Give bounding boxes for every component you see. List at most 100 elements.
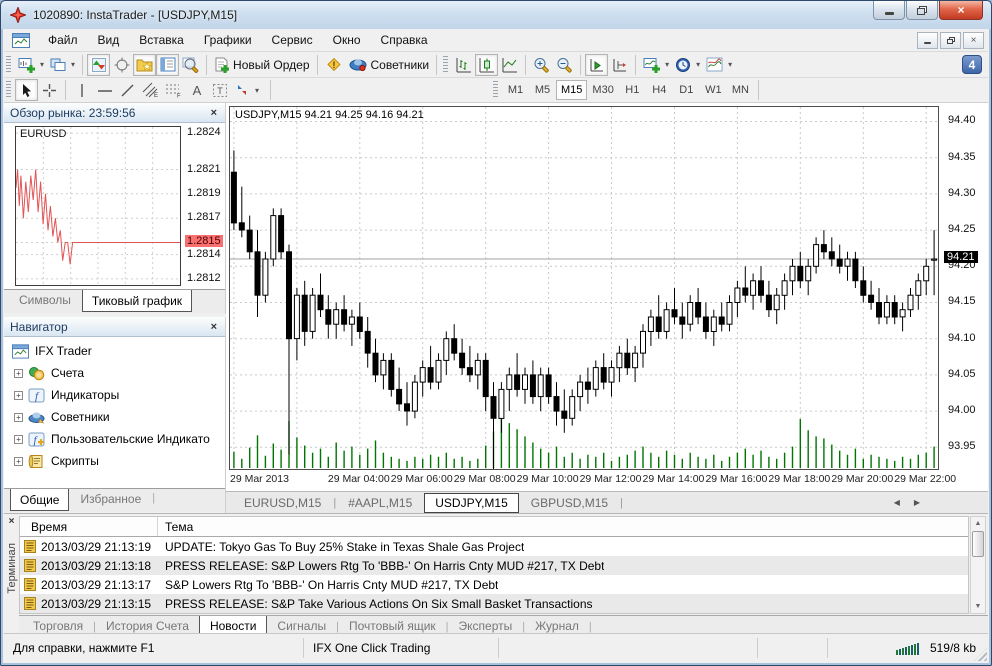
bar-chart-button[interactable] bbox=[452, 54, 475, 76]
chart-tab-usdjpy[interactable]: USDJPY,M15 bbox=[424, 493, 518, 513]
expand-icon[interactable]: + bbox=[14, 391, 23, 400]
tab-journal[interactable]: Журнал bbox=[527, 617, 587, 634]
toolbar-grip[interactable] bbox=[443, 56, 448, 74]
crosshair-tool-button[interactable] bbox=[38, 79, 61, 101]
menu-file[interactable]: Файл bbox=[38, 30, 88, 50]
timeframe-m30-button[interactable]: M30 bbox=[587, 80, 618, 100]
market-watch-toggle-button[interactable] bbox=[87, 54, 110, 76]
child-close-button[interactable]: × bbox=[963, 32, 984, 49]
tab-favorites[interactable]: Избранное bbox=[71, 489, 150, 508]
tab-tick-chart[interactable]: Тиковый график bbox=[82, 290, 192, 312]
tab-account-history[interactable]: История Счета bbox=[98, 617, 197, 634]
tab-mailbox[interactable]: Почтовый ящик bbox=[341, 617, 444, 634]
arrow-objects-button[interactable]: ▾ bbox=[231, 79, 262, 101]
zoom-out-button[interactable] bbox=[553, 54, 576, 76]
timeframe-mn-button[interactable]: MN bbox=[727, 80, 754, 100]
horizontal-line-tool-button[interactable] bbox=[93, 79, 116, 101]
news-scrollbar[interactable]: ▲ ▼ bbox=[970, 516, 986, 614]
candlestick-chart-button[interactable] bbox=[475, 54, 498, 76]
vertical-line-tool-button[interactable] bbox=[70, 79, 93, 101]
news-row[interactable]: 2013/03/29 21:13:18 PRESS RELEASE: S&P L… bbox=[20, 556, 968, 575]
tick-chart[interactable]: EURUSD 1.28241.28211.28191.28171.28151.2… bbox=[4, 123, 225, 289]
expand-icon[interactable]: + bbox=[14, 457, 23, 466]
expand-icon[interactable]: + bbox=[14, 413, 23, 422]
templates-button[interactable]: ▾ bbox=[703, 54, 735, 76]
tree-item-custom-indicators[interactable]: + f Пользовательские Индикато bbox=[4, 428, 225, 450]
chart-tab-aapl[interactable]: #AAPL,M15 bbox=[338, 494, 422, 512]
toolbar-grip[interactable] bbox=[6, 56, 11, 74]
trendline-tool-button[interactable] bbox=[116, 79, 139, 101]
close-icon[interactable]: × bbox=[209, 321, 219, 333]
tab-common[interactable]: Общие bbox=[10, 489, 69, 511]
scroll-down-icon[interactable]: ▼ bbox=[975, 603, 982, 613]
tab-scroll-left-icon[interactable]: ◀ bbox=[894, 498, 900, 507]
scroll-up-icon[interactable]: ▲ bbox=[975, 517, 982, 527]
fibonacci-tool-button[interactable]: F bbox=[162, 79, 185, 101]
chart-shift-button[interactable] bbox=[608, 54, 631, 76]
one-click-trading-toggle[interactable]: IFX One Click Trading bbox=[313, 641, 430, 655]
timeframe-m15-button[interactable]: M15 bbox=[556, 80, 587, 100]
tree-item-scripts[interactable]: + Скрипты bbox=[4, 450, 225, 472]
news-row[interactable]: 2013/03/29 21:13:17 S&P Lowers Rtg To 'B… bbox=[20, 575, 968, 594]
tab-trade[interactable]: Торговля bbox=[25, 617, 91, 634]
expand-icon[interactable]: + bbox=[14, 435, 23, 444]
menu-help[interactable]: Справка bbox=[371, 30, 438, 50]
text-label-tool-button[interactable]: T bbox=[208, 79, 231, 101]
tree-item-indicators[interactable]: + f Индикаторы bbox=[4, 384, 225, 406]
timeframe-h4-button[interactable]: H4 bbox=[646, 80, 673, 100]
close-icon[interactable]: × bbox=[209, 107, 219, 119]
expert-advisors-button[interactable]: Советники bbox=[346, 54, 433, 76]
tree-item-account[interactable]: IFX Trader bbox=[4, 340, 225, 362]
menu-window[interactable]: Окно bbox=[323, 30, 371, 50]
column-time[interactable]: Время bbox=[20, 517, 158, 536]
close-icon[interactable]: × bbox=[9, 514, 15, 529]
toolbar-grip[interactable] bbox=[493, 81, 498, 99]
chart-tab-gbpusd[interactable]: GBPUSD,M15 bbox=[521, 494, 618, 512]
restore-button[interactable] bbox=[906, 1, 938, 20]
menu-insert[interactable]: Вставка bbox=[129, 30, 194, 50]
menu-tools[interactable]: Сервис bbox=[262, 30, 323, 50]
indicators-button[interactable]: ▾ bbox=[640, 54, 672, 76]
notifications-button[interactable]: 4 bbox=[962, 55, 982, 74]
equidistant-channel-tool-button[interactable]: E bbox=[139, 79, 162, 101]
strategy-tester-button[interactable] bbox=[179, 54, 202, 76]
news-row[interactable]: 2013/03/29 21:13:19 UPDATE: Tokyo Gas To… bbox=[20, 537, 968, 556]
profiles-button[interactable]: ▾ bbox=[47, 54, 78, 76]
candlestick-canvas[interactable] bbox=[230, 107, 938, 469]
line-chart-button[interactable] bbox=[498, 54, 521, 76]
close-button[interactable]: × bbox=[939, 1, 983, 20]
cursor-tool-button[interactable] bbox=[15, 79, 38, 101]
new-chart-button[interactable]: ▾ bbox=[15, 54, 47, 76]
new-order-button[interactable]: Новый Ордер bbox=[211, 54, 312, 76]
tab-symbols[interactable]: Символы bbox=[10, 290, 80, 309]
alerts-button[interactable]: ! bbox=[322, 54, 346, 76]
minimize-button[interactable] bbox=[873, 1, 905, 20]
toolbar-grip[interactable] bbox=[6, 81, 11, 99]
menu-charts[interactable]: Графики bbox=[194, 30, 262, 50]
tree-item-experts[interactable]: + Советники bbox=[4, 406, 225, 428]
crosshair-window-button[interactable] bbox=[110, 54, 133, 76]
column-topic[interactable]: Тема bbox=[158, 520, 193, 534]
menu-view[interactable]: Вид bbox=[88, 30, 130, 50]
tab-experts[interactable]: Эксперты bbox=[451, 617, 521, 634]
tick-chart-plot[interactable]: EURUSD bbox=[15, 126, 181, 286]
main-chart-plot[interactable] bbox=[229, 106, 939, 470]
text-tool-button[interactable]: A bbox=[185, 79, 208, 101]
child-restore-button[interactable] bbox=[940, 32, 961, 49]
timeframe-h1-button[interactable]: H1 bbox=[619, 80, 646, 100]
tab-signals[interactable]: Сигналы bbox=[269, 617, 334, 634]
zoom-in-button[interactable] bbox=[530, 54, 553, 76]
price-axis[interactable]: 94.4094.3594.3094.2594.2094.1594.1094.05… bbox=[942, 106, 988, 470]
tab-scroll-right-icon[interactable]: ▶ bbox=[914, 498, 920, 507]
expand-icon[interactable]: + bbox=[14, 369, 23, 378]
news-row[interactable]: 2013/03/29 21:13:15 PRESS RELEASE: S&P T… bbox=[20, 594, 968, 613]
scrollbar-thumb[interactable] bbox=[972, 531, 984, 557]
time-axis[interactable]: 29 Mar 201329 Mar 04:0029 Mar 06:0029 Ma… bbox=[229, 472, 939, 488]
terminal-toggle-button[interactable] bbox=[156, 54, 179, 76]
periods-button[interactable]: ▾ bbox=[672, 54, 703, 76]
auto-scroll-button[interactable] bbox=[585, 54, 608, 76]
timeframe-w1-button[interactable]: W1 bbox=[700, 80, 727, 100]
child-minimize-button[interactable] bbox=[917, 32, 938, 49]
chart-tab-eurusd[interactable]: EURUSD,M15 bbox=[234, 494, 331, 512]
timeframe-d1-button[interactable]: D1 bbox=[673, 80, 700, 100]
